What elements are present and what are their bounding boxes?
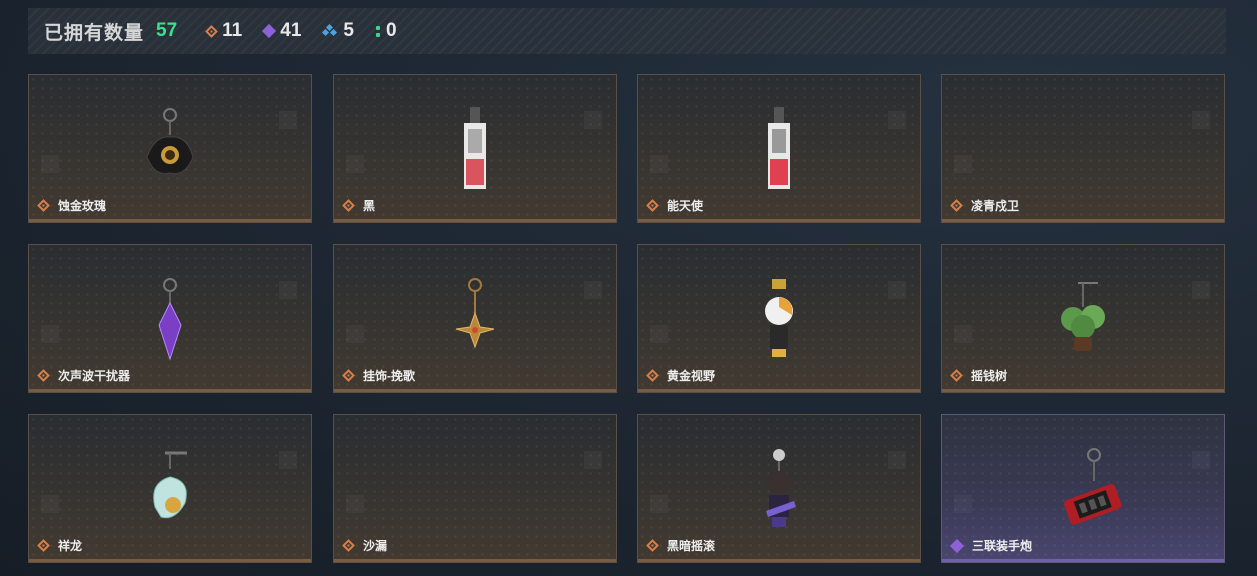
charm-label: 三联装手炮 (949, 537, 1033, 554)
charm-name: 次声波干扰器 (58, 369, 131, 383)
orange-diamond-icon (342, 199, 355, 212)
charm-name: 沙漏 (363, 539, 388, 553)
stat-rare: 11 (205, 20, 243, 42)
charm-label: 蚀金玫瑰 (37, 197, 107, 214)
orange-diamond-icon (646, 539, 659, 552)
stat-epic-value: 41 (280, 20, 302, 41)
golden-star-charm (455, 278, 495, 349)
charm-label: 黑 (342, 197, 376, 214)
orange-diamond-icon (205, 24, 219, 38)
charm-card[interactable]: 黑 (333, 74, 617, 223)
charm-name: 祥龙 (58, 539, 83, 553)
charm-card[interactable]: 蚀金玫瑰 (28, 74, 312, 223)
purple-diamond-icon (949, 538, 965, 553)
charm-card[interactable]: 挂饰-挽歌 (333, 244, 617, 393)
charm-label: 摇钱树 (950, 367, 1008, 384)
card-tag-charm (768, 107, 790, 189)
charm-name: 三联装手炮 (972, 539, 1033, 553)
orange-diamond-icon (37, 539, 50, 552)
stat-common: 0 (375, 20, 397, 42)
money-tree-charm (1061, 282, 1105, 351)
hand-cannon-charm (1063, 448, 1122, 525)
green-dots-icon (375, 25, 380, 37)
owned-count-title: 已拥有数量 (44, 22, 145, 44)
stat-uncommon-value: 5 (343, 20, 354, 41)
orange-diamond-icon (646, 369, 659, 382)
orange-diamond-icon (646, 199, 659, 212)
charm-name: 挂饰-挽歌 (363, 369, 415, 383)
chibi-figure-charm (765, 279, 793, 357)
charm-name: 黑暗摇滚 (667, 539, 716, 553)
orange-diamond-icon (342, 539, 355, 552)
orange-diamond-icon (37, 369, 50, 382)
charm-card[interactable]: 三联装手炮 (941, 414, 1225, 563)
rock-figure-charm (766, 449, 796, 527)
charm-label: 黄金视野 (646, 367, 716, 384)
charm-name: 蚀金玫瑰 (58, 199, 107, 213)
charm-label: 凌青戍卫 (950, 197, 1020, 214)
charm-card[interactable]: 次声波干扰器 (28, 244, 312, 393)
stat-rare-value: 11 (222, 20, 243, 41)
blue-triangle-icon (322, 23, 338, 37)
charm-label: 祥龙 (37, 537, 83, 554)
charm-name: 凌青戍卫 (971, 199, 1020, 213)
charm-card[interactable]: 凌青戍卫 (941, 74, 1225, 223)
orange-diamond-icon (950, 199, 963, 212)
black-gold-rose-charm (146, 108, 194, 175)
charm-card[interactable]: 祥龙 (28, 414, 312, 563)
charm-name: 黑 (363, 199, 376, 213)
stat-uncommon: 5 (322, 20, 354, 42)
charm-name: 摇钱树 (971, 369, 1008, 383)
stat-epic: 41 (262, 20, 302, 42)
purple-diamond-icon (262, 23, 277, 39)
card-tag-charm (464, 107, 486, 189)
charm-card[interactable]: 能天使 (637, 74, 921, 223)
orange-diamond-icon (342, 369, 355, 382)
charm-label: 沙漏 (342, 537, 388, 554)
charm-label: 黑暗摇滚 (646, 537, 716, 554)
charm-card[interactable]: 黑暗摇滚 (637, 414, 921, 563)
owned-count-header: 已拥有数量 57 11 41 5 0 (28, 8, 1226, 54)
charm-name: 能天使 (667, 199, 704, 213)
charm-card[interactable]: 摇钱树 (941, 244, 1225, 393)
charm-label: 能天使 (646, 197, 704, 214)
orange-diamond-icon (37, 199, 50, 212)
dragon-charm (153, 451, 187, 519)
orange-diamond-icon (950, 369, 963, 382)
owned-total-count: 57 (156, 20, 178, 41)
charm-name: 黄金视野 (667, 369, 716, 383)
purple-crystal-charm (158, 278, 182, 361)
charm-label: 挂饰-挽歌 (342, 367, 415, 384)
charm-label: 次声波干扰器 (37, 367, 131, 384)
charm-card[interactable]: 沙漏 (333, 414, 617, 563)
charm-card[interactable]: 黄金视野 (637, 244, 921, 393)
stat-common-value: 0 (385, 20, 397, 41)
